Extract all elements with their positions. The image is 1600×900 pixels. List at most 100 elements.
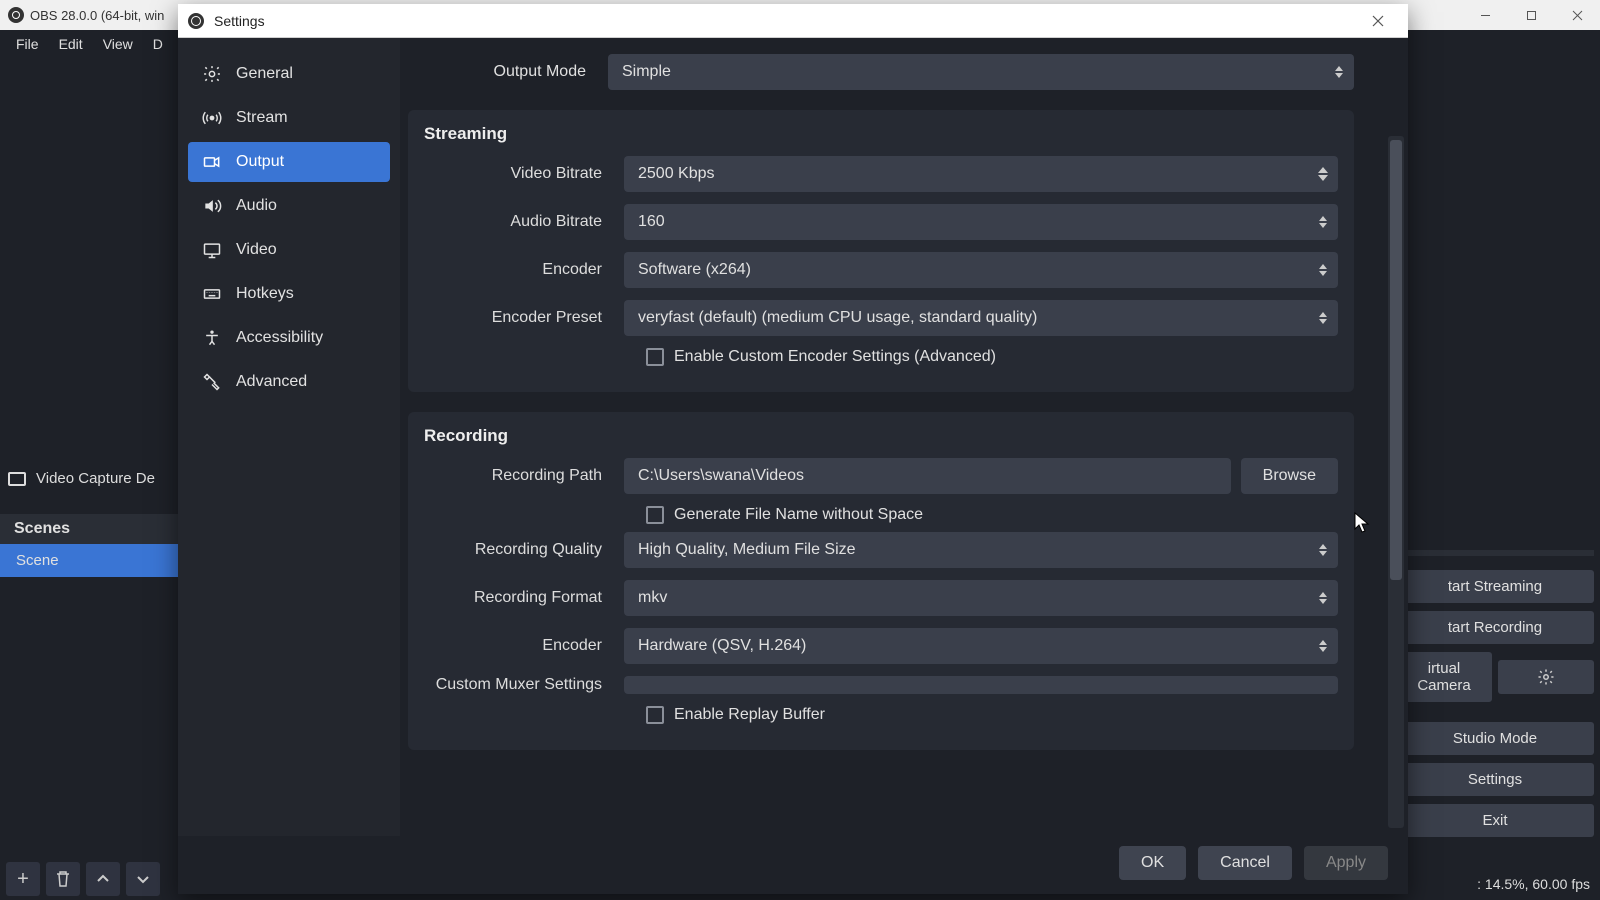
audio-bitrate-value: 160 bbox=[638, 213, 665, 231]
scrollbar[interactable] bbox=[1388, 136, 1404, 828]
obs-logo-icon bbox=[188, 13, 204, 29]
menu-edit[interactable]: Edit bbox=[49, 32, 93, 56]
virtual-camera-settings-button[interactable] bbox=[1498, 660, 1594, 694]
output-mode-label: Output Mode bbox=[408, 63, 608, 81]
output-mode-value: Simple bbox=[622, 63, 671, 81]
sidebar-item-video[interactable]: Video bbox=[188, 230, 390, 270]
start-streaming-button[interactable]: tart Streaming bbox=[1396, 570, 1594, 603]
recording-panel: Recording Recording Path C:\Users\swana\… bbox=[408, 412, 1354, 750]
generate-filename-label: Generate File Name without Space bbox=[674, 506, 923, 524]
recording-format-label: Recording Format bbox=[424, 589, 624, 607]
enable-custom-encoder-checkbox[interactable] bbox=[646, 348, 664, 366]
obs-logo-icon bbox=[8, 7, 24, 23]
source-item[interactable]: Video Capture De bbox=[8, 470, 155, 487]
accessibility-icon bbox=[202, 328, 222, 348]
output-icon bbox=[202, 152, 222, 172]
recording-encoder-select[interactable]: Hardware (QSV, H.264) bbox=[624, 628, 1338, 664]
move-down-button[interactable] bbox=[126, 862, 160, 896]
chevron-updown-icon bbox=[1312, 630, 1334, 662]
apply-button[interactable]: Apply bbox=[1304, 846, 1388, 880]
enable-custom-encoder-label: Enable Custom Encoder Settings (Advanced… bbox=[674, 348, 996, 366]
scene-tools: + bbox=[6, 862, 160, 896]
move-up-button[interactable] bbox=[86, 862, 120, 896]
gear-icon bbox=[202, 64, 222, 84]
encoder-preset-select[interactable]: veryfast (default) (medium CPU usage, st… bbox=[624, 300, 1338, 336]
sidebar-item-accessibility[interactable]: Accessibility bbox=[188, 318, 390, 358]
enable-replay-buffer-label: Enable Replay Buffer bbox=[674, 706, 825, 724]
minimize-button[interactable] bbox=[1462, 0, 1508, 30]
sidebar-item-general[interactable]: General bbox=[188, 54, 390, 94]
browse-button[interactable]: Browse bbox=[1241, 458, 1338, 494]
sidebar-item-stream[interactable]: Stream bbox=[188, 98, 390, 138]
scene-row[interactable]: Scene bbox=[0, 544, 180, 577]
sidebar-item-label: Advanced bbox=[236, 373, 307, 391]
sidebar-item-label: Video bbox=[236, 241, 277, 259]
sidebar-item-output[interactable]: Output bbox=[188, 142, 390, 182]
sidebar-item-hotkeys[interactable]: Hotkeys bbox=[188, 274, 390, 314]
sidebar-item-label: General bbox=[236, 65, 293, 83]
recording-quality-value: High Quality, Medium File Size bbox=[638, 541, 856, 559]
add-scene-button[interactable]: + bbox=[6, 862, 40, 896]
cancel-button[interactable]: Cancel bbox=[1198, 846, 1292, 880]
virtual-camera-button[interactable]: irtual Camera bbox=[1396, 652, 1492, 702]
streaming-encoder-value: Software (x264) bbox=[638, 261, 751, 279]
chevron-updown-icon bbox=[1312, 534, 1334, 566]
scrollbar-thumb[interactable] bbox=[1390, 140, 1402, 580]
recording-path-label: Recording Path bbox=[424, 467, 624, 485]
sidebar-item-label: Stream bbox=[236, 109, 288, 127]
status-text: : 14.5%, 60.00 fps bbox=[1477, 876, 1590, 892]
dialog-title: Settings bbox=[214, 13, 265, 29]
remove-scene-button[interactable] bbox=[46, 862, 80, 896]
ok-button[interactable]: OK bbox=[1119, 846, 1186, 880]
menu-file[interactable]: File bbox=[6, 32, 49, 56]
menu-view[interactable]: View bbox=[93, 32, 143, 56]
settings-button[interactable]: Settings bbox=[1396, 763, 1594, 796]
sidebar-item-label: Output bbox=[236, 153, 284, 171]
gear-icon bbox=[1537, 668, 1555, 686]
recording-format-value: mkv bbox=[638, 589, 667, 607]
dialog-titlebar: Settings bbox=[178, 4, 1408, 38]
scenes-dock: Scenes Scene bbox=[0, 514, 180, 577]
streaming-title: Streaming bbox=[424, 124, 1338, 144]
recording-quality-select[interactable]: High Quality, Medium File Size bbox=[624, 532, 1338, 568]
recording-path-input[interactable]: C:\Users\swana\Videos bbox=[624, 458, 1231, 494]
chevron-updown-icon bbox=[1312, 206, 1334, 238]
close-button[interactable] bbox=[1554, 0, 1600, 30]
settings-dialog: Settings General Stream Output Audio bbox=[178, 4, 1408, 894]
video-bitrate-value: 2500 Kbps bbox=[638, 165, 715, 183]
sidebar-item-label: Hotkeys bbox=[236, 285, 294, 303]
dialog-button-row: OK Cancel Apply bbox=[178, 836, 1408, 894]
generate-filename-checkbox[interactable] bbox=[646, 506, 664, 524]
recording-title: Recording bbox=[424, 426, 1338, 446]
streaming-encoder-select[interactable]: Software (x264) bbox=[624, 252, 1338, 288]
recording-encoder-label: Encoder bbox=[424, 637, 624, 655]
exit-button[interactable]: Exit bbox=[1396, 804, 1594, 837]
streaming-panel: Streaming Video Bitrate 2500 Kbps Audio … bbox=[408, 110, 1354, 392]
recording-encoder-value: Hardware (QSV, H.264) bbox=[638, 637, 806, 655]
chevron-updown-icon bbox=[1312, 302, 1334, 334]
recording-quality-label: Recording Quality bbox=[424, 541, 624, 559]
start-recording-button[interactable]: tart Recording bbox=[1396, 611, 1594, 644]
chevron-updown-icon bbox=[1312, 254, 1334, 286]
sidebar-item-label: Audio bbox=[236, 197, 277, 215]
output-mode-select[interactable]: Simple bbox=[608, 54, 1354, 90]
recording-path-value: C:\Users\swana\Videos bbox=[638, 467, 804, 485]
video-bitrate-spinner[interactable]: 2500 Kbps bbox=[624, 156, 1338, 192]
menu-d[interactable]: D bbox=[143, 32, 173, 56]
monitor-icon bbox=[202, 240, 222, 260]
dialog-close-button[interactable] bbox=[1358, 4, 1398, 38]
dock-tab-strip bbox=[1396, 550, 1594, 556]
maximize-button[interactable] bbox=[1508, 0, 1554, 30]
sidebar-item-advanced[interactable]: Advanced bbox=[188, 362, 390, 402]
tools-icon bbox=[202, 372, 222, 392]
enable-replay-buffer-checkbox[interactable] bbox=[646, 706, 664, 724]
video-bitrate-label: Video Bitrate bbox=[424, 165, 624, 183]
custom-muxer-input[interactable] bbox=[624, 676, 1338, 694]
keyboard-icon bbox=[202, 284, 222, 304]
studio-mode-button[interactable]: Studio Mode bbox=[1396, 722, 1594, 755]
recording-format-select[interactable]: mkv bbox=[624, 580, 1338, 616]
streaming-encoder-label: Encoder bbox=[424, 261, 624, 279]
audio-bitrate-select[interactable]: 160 bbox=[624, 204, 1338, 240]
custom-muxer-label: Custom Muxer Settings bbox=[424, 676, 624, 694]
sidebar-item-audio[interactable]: Audio bbox=[188, 186, 390, 226]
